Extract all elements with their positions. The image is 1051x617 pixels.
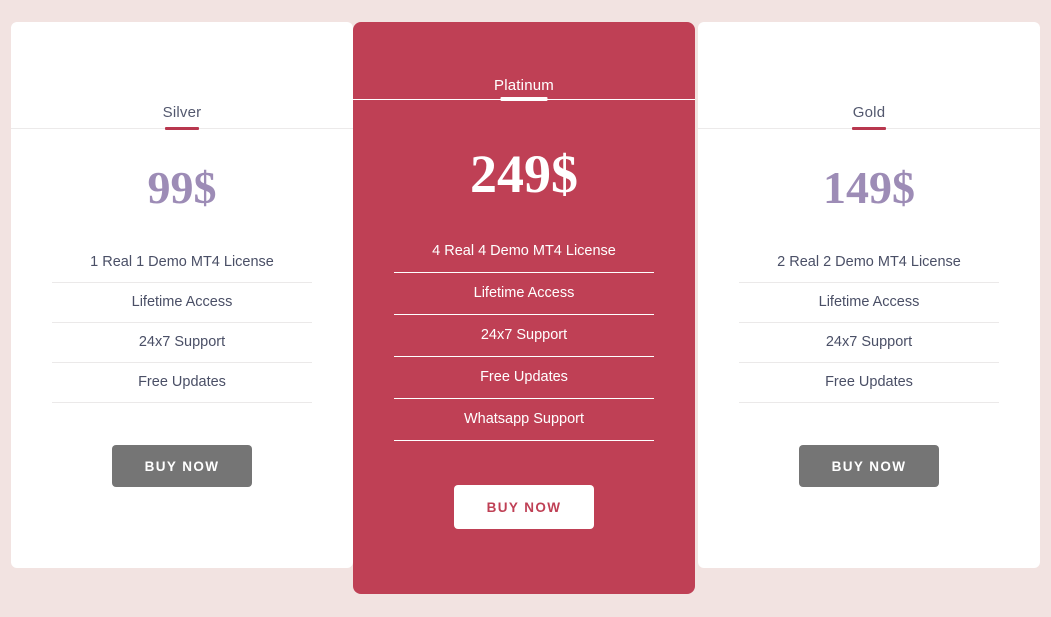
list-item: Free Updates (739, 363, 999, 403)
list-item: 24x7 Support (52, 323, 312, 363)
buy-now-button-platinum[interactable]: BUY NOW (454, 485, 594, 529)
list-item: 2 Real 2 Demo MT4 License (739, 243, 999, 283)
list-item: 24x7 Support (394, 315, 654, 357)
pricing-table: Silver 99$ 1 Real 1 Demo MT4 License Lif… (0, 0, 1051, 617)
list-item: Whatsapp Support (394, 399, 654, 441)
feature-list-platinum: 4 Real 4 Demo MT4 License Lifetime Acces… (394, 231, 654, 441)
feature-list-gold: 2 Real 2 Demo MT4 License Lifetime Acces… (739, 243, 999, 403)
list-item: Lifetime Access (739, 283, 999, 323)
pricing-card-silver: Silver 99$ 1 Real 1 Demo MT4 License Lif… (11, 22, 353, 568)
list-item: Lifetime Access (52, 283, 312, 323)
plan-price-silver: 99$ (147, 162, 217, 213)
header-accent-underline (852, 127, 886, 130)
feature-list-silver: 1 Real 1 Demo MT4 License Lifetime Acces… (52, 243, 312, 403)
plan-name-silver: Silver (162, 104, 202, 121)
list-item: Free Updates (394, 357, 654, 399)
header-accent-underline (165, 127, 199, 130)
plan-name-gold: Gold (852, 104, 886, 121)
buy-now-button-silver[interactable]: BUY NOW (112, 445, 252, 487)
pricing-card-platinum: Platinum 249$ 4 Real 4 Demo MT4 License … (353, 22, 695, 594)
pricing-card-gold: Gold 149$ 2 Real 2 Demo MT4 License Life… (698, 22, 1040, 568)
plan-price-platinum: 249$ (470, 144, 578, 204)
buy-now-button-gold[interactable]: BUY NOW (799, 445, 939, 487)
plan-name-platinum: Platinum (494, 77, 554, 94)
plan-price-gold: 149$ (823, 162, 915, 213)
card-header-platinum: Platinum (353, 22, 695, 101)
list-item: 24x7 Support (739, 323, 999, 363)
list-item: 1 Real 1 Demo MT4 License (52, 243, 312, 283)
list-item: Free Updates (52, 363, 312, 403)
header-accent-underline (500, 97, 548, 101)
card-header-silver: Silver (11, 22, 353, 130)
list-item: Lifetime Access (394, 273, 654, 315)
list-item: 4 Real 4 Demo MT4 License (394, 231, 654, 273)
card-header-gold: Gold (698, 22, 1040, 130)
